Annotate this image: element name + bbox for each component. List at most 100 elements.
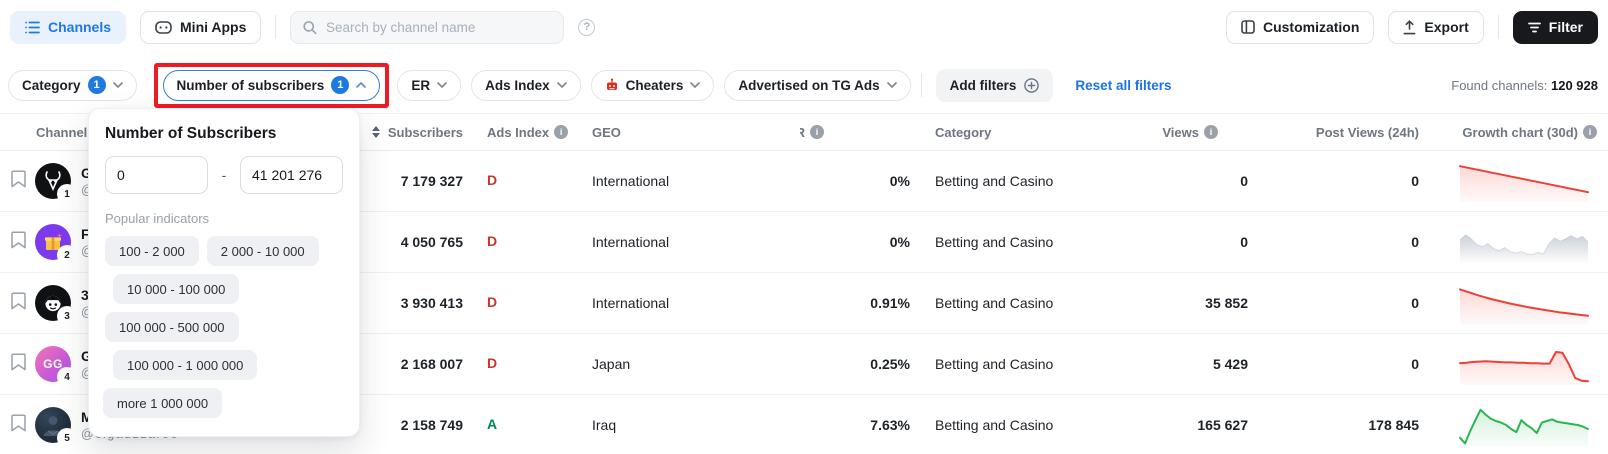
- dropdown-title: Number of Subscribers: [105, 125, 343, 143]
- avatar[interactable]: 1: [35, 163, 71, 199]
- preset-list: 100 - 2 000 2 000 - 10 000 10 000 - 100 00…: [105, 236, 343, 418]
- search-box[interactable]: [290, 11, 564, 44]
- search-input[interactable]: [326, 20, 551, 35]
- header-subscribers[interactable]: Subscribers: [365, 125, 463, 140]
- bookmark-icon[interactable]: [11, 414, 26, 432]
- filter-label: Filter: [1549, 19, 1583, 35]
- filter-pill-cheaters[interactable]: Cheaters: [591, 70, 715, 101]
- list-icon: [25, 21, 40, 34]
- info-icon[interactable]: i: [554, 125, 568, 139]
- er-value: 0%: [800, 173, 910, 189]
- subscribers-value: 3 930 413: [365, 295, 463, 311]
- header-post-views[interactable]: Post Views (24h): [1248, 125, 1419, 140]
- growth-sparkline: [1458, 219, 1590, 265]
- rank-badge: 2: [59, 247, 75, 260]
- min-subscribers-input[interactable]: [105, 156, 208, 194]
- add-filters-label: Add filters: [950, 78, 1017, 93]
- preset-range-button[interactable]: 100 000 - 500 000: [105, 312, 239, 342]
- tab-mini-apps[interactable]: Mini Apps: [140, 11, 261, 44]
- gg-logo-text: GG: [43, 357, 63, 371]
- subscribers-value: 4 050 765: [365, 234, 463, 250]
- header-er-label: ER: [800, 125, 805, 140]
- reset-all-filters-link[interactable]: Reset all filters: [1075, 78, 1171, 93]
- avatar[interactable]: 2: [35, 224, 71, 260]
- tab-channels[interactable]: Channels: [10, 11, 126, 44]
- customization-button[interactable]: Customization: [1226, 11, 1374, 44]
- post-views-value: 0: [1248, 295, 1419, 311]
- chevron-down-icon: [887, 82, 897, 88]
- filter-pill-er[interactable]: ER: [397, 70, 461, 101]
- geo-value: International: [592, 295, 800, 311]
- info-icon[interactable]: i: [1204, 125, 1218, 139]
- bookmark-icon[interactable]: [11, 292, 26, 310]
- preset-range-button[interactable]: 100 - 2 000: [105, 236, 199, 266]
- divider: [921, 73, 922, 97]
- filter-pill-tg-ads[interactable]: Advertised on TG Ads: [724, 70, 910, 101]
- rank-badge: 5: [59, 430, 75, 443]
- views-value: 0: [1100, 173, 1248, 189]
- preset-range-button[interactable]: 10 000 - 100 000: [113, 274, 239, 304]
- export-icon: [1403, 20, 1416, 35]
- ads-index-value: D: [487, 294, 497, 310]
- header-geo[interactable]: GEO: [592, 125, 800, 140]
- geo-value: Iraq: [592, 417, 800, 433]
- er-value: 0.91%: [800, 295, 910, 311]
- range-separator: -: [216, 167, 232, 183]
- filter-pill-category[interactable]: Category 1: [8, 70, 137, 101]
- mini-apps-icon: [155, 21, 172, 34]
- filter-pill-ads-index[interactable]: Ads Index: [471, 70, 581, 101]
- views-value: 5 429: [1100, 356, 1248, 372]
- chevron-up-icon: [356, 82, 366, 88]
- bookmark-icon[interactable]: [11, 353, 26, 371]
- growth-sparkline: [1458, 158, 1590, 204]
- header-growth-chart[interactable]: Growth chart (30d) i: [1419, 125, 1608, 140]
- top-bar-left: Channels Mini Apps ?: [10, 11, 595, 44]
- max-subscribers-input[interactable]: [240, 156, 343, 194]
- filter-ads-index-label: Ads Index: [485, 78, 550, 93]
- avatar[interactable]: 5: [35, 407, 71, 443]
- growth-sparkline: [1458, 341, 1590, 387]
- growth-sparkline: [1458, 280, 1590, 326]
- post-views-value: 0: [1248, 173, 1419, 189]
- search-icon: [303, 20, 317, 35]
- cheater-robot-icon: [605, 78, 619, 92]
- header-er[interactable]: ER i: [800, 125, 910, 140]
- post-views-value: 178 845: [1248, 417, 1419, 433]
- geo-value: International: [592, 173, 800, 189]
- popular-indicators-label: Popular indicators: [105, 211, 343, 226]
- header-ads-index[interactable]: Ads Index i: [463, 125, 592, 140]
- avatar[interactable]: 3: [35, 285, 71, 321]
- add-filters-button[interactable]: Add filters: [936, 69, 1054, 102]
- chevron-down-icon: [437, 82, 447, 88]
- info-icon[interactable]: i: [810, 125, 824, 139]
- bookmark-icon[interactable]: [11, 170, 26, 188]
- top-bar: Channels Mini Apps ? Customization Expor…: [0, 0, 1608, 54]
- filter-lines-icon: [1528, 22, 1541, 33]
- tab-mini-apps-label: Mini Apps: [180, 19, 246, 35]
- preset-range-button[interactable]: 2 000 - 10 000: [207, 236, 319, 266]
- preset-range-button[interactable]: 100 000 - 1 000 000: [113, 350, 257, 380]
- geo-value: Japan: [592, 356, 800, 372]
- info-icon[interactable]: i: [1583, 125, 1597, 139]
- header-views-label: Views: [1162, 125, 1199, 140]
- found-channels-label: Found channels:: [1451, 78, 1547, 93]
- preset-range-button[interactable]: more 1 000 000: [103, 388, 222, 418]
- export-label: Export: [1424, 19, 1468, 35]
- avatar[interactable]: GG 4: [35, 346, 71, 382]
- category-value: Betting and Casino: [910, 417, 1100, 433]
- header-views[interactable]: Views i: [1100, 125, 1248, 140]
- export-button[interactable]: Export: [1388, 11, 1483, 44]
- found-channels-value: 120 928: [1551, 78, 1598, 93]
- divider: [275, 15, 276, 39]
- filter-button[interactable]: Filter: [1513, 11, 1598, 44]
- er-value: 7.63%: [800, 417, 910, 433]
- post-views-value: 0: [1248, 356, 1419, 372]
- ads-index-value: D: [487, 172, 497, 188]
- er-value: 0%: [800, 234, 910, 250]
- customization-label: Customization: [1263, 19, 1359, 35]
- sort-icon[interactable]: [372, 126, 380, 138]
- header-category[interactable]: Category: [910, 125, 1100, 140]
- bookmark-icon[interactable]: [11, 231, 26, 249]
- filter-pill-subscribers[interactable]: Number of subscribers 1: [163, 70, 381, 101]
- help-icon[interactable]: ?: [578, 19, 595, 36]
